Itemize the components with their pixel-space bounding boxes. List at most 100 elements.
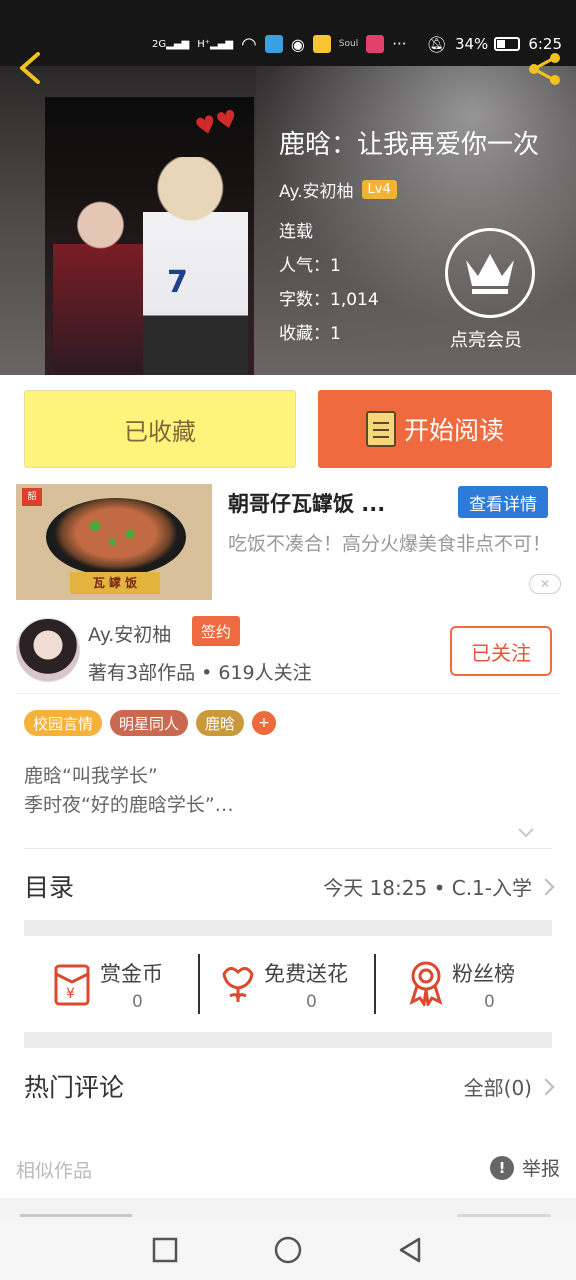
- more-tags-button[interactable]: +: [252, 711, 277, 735]
- medal-icon: [409, 961, 443, 1006]
- all-comments-label: 全部(0): [463, 1076, 532, 1100]
- reward-fan-ranking-label: 粉丝榜: [452, 962, 515, 986]
- recent-apps-icon[interactable]: [151, 1236, 179, 1264]
- vip-crown-button[interactable]: [445, 228, 535, 318]
- book-stats: 连载 人气：1 字数：1,014 收藏：1: [279, 218, 379, 354]
- signal-2g-icon: 2G▂▄▆: [152, 38, 190, 50]
- book-title: 鹿晗：让我再爱你一次: [279, 130, 540, 160]
- back-nav-icon[interactable]: [396, 1236, 424, 1264]
- reward-coins[interactable]: ¥ 赏金币 0: [52, 944, 202, 1024]
- reward-flowers-label: 免费送花: [264, 962, 348, 986]
- synopsis-line-1: 鹿晗“叫我学长”: [24, 765, 158, 787]
- flower-icon: [222, 967, 254, 1002]
- mute-bell-icon: 🔕︎: [426, 34, 447, 54]
- ad-plate-text: 瓦 罉 饭: [70, 572, 160, 594]
- author-card-meta: 著有3部作品 • 619人关注: [88, 662, 312, 684]
- system-nav-bar: [0, 1218, 576, 1280]
- author-card[interactable]: Ay.安初柚 签约 著有3部作品 • 619人关注 已关注: [16, 616, 560, 694]
- ad-title[interactable]: 朝哥仔瓦罉饭 ...: [228, 488, 385, 518]
- collected-button[interactable]: 已收藏: [24, 390, 296, 468]
- weibo-icon: ◉: [290, 34, 305, 54]
- divider: [24, 848, 552, 849]
- chevron-right-icon: [537, 878, 555, 895]
- cover-figure-left: [53, 187, 148, 375]
- all-comments-link[interactable]: 全部(0): [463, 1072, 555, 1101]
- start-reading-button[interactable]: 开始阅读: [318, 390, 552, 468]
- report-button[interactable]: ! 举报: [489, 1154, 560, 1181]
- ad-detail-button[interactable]: 查看详情: [458, 486, 548, 518]
- support-section: ¥ 赏金币 0 免费送花 0 粉丝榜 0: [24, 944, 552, 1024]
- separator: [198, 954, 200, 1014]
- synopsis-line-2: 季时夜“好的鹿晗学长”…: [24, 794, 234, 816]
- vip-label[interactable]: 点亮会员: [450, 326, 522, 352]
- similar-works-title: 相似作品: [16, 1160, 93, 1182]
- share-icon[interactable]: [524, 52, 564, 86]
- reward-flowers-value: 0: [306, 992, 317, 1012]
- reward-coins-value: 0: [132, 992, 143, 1012]
- report-label: 举报: [521, 1158, 560, 1180]
- latest-chapter[interactable]: 今天 18:25 • C.1-入学: [323, 872, 555, 901]
- expand-chevron-icon[interactable]: [516, 822, 536, 842]
- separator: [374, 954, 376, 1014]
- ad-image[interactable]: 韶 瓦 罉 饭: [16, 484, 212, 600]
- network-label-h: H⁺: [197, 38, 211, 50]
- signed-badge: 签约: [192, 616, 240, 646]
- clock: 6:25: [528, 35, 562, 53]
- gallery-app-icon: [366, 35, 385, 53]
- hearts-decoration: ♥♥: [192, 103, 241, 143]
- table-of-contents-row[interactable]: 目录 今天 18:25 • C.1-入学: [24, 860, 555, 912]
- tag-luhan[interactable]: 鹿晗: [196, 710, 245, 736]
- reward-fan-ranking-value: 0: [484, 992, 495, 1012]
- book-author-name[interactable]: Ay.安初柚: [279, 177, 354, 202]
- section-gap: [24, 1032, 552, 1048]
- star-app-icon: [312, 35, 331, 53]
- hot-comments-row[interactable]: 热门评论 全部(0): [24, 1060, 555, 1112]
- cover-jersey-number: 7: [167, 265, 188, 300]
- similar-works-list-peek: [0, 1198, 576, 1218]
- status-icons: 2G▂▄▆ H⁺▂▄▆ ◠ ◉ Soul ··· 🔕︎ 34% 6:25: [152, 32, 562, 56]
- more-notifications-icon: ···: [392, 35, 407, 53]
- book-author-row[interactable]: Ay.安初柚 Lv4: [279, 177, 397, 202]
- home-icon[interactable]: [274, 1236, 302, 1264]
- hot-comments-title: 热门评论: [24, 1073, 125, 1102]
- ad-close-icon[interactable]: ✕: [529, 574, 561, 594]
- latest-chapter-text: 今天 18:25 • C.1-入学: [323, 876, 532, 900]
- tag-list: 校园言情 明星同人 鹿晗 +: [24, 710, 277, 736]
- battery-percent: 34%: [454, 35, 489, 53]
- reward-coins-label: 赏金币: [100, 962, 163, 986]
- signal-h-icon: H⁺▂▄▆: [197, 38, 234, 50]
- author-level-badge: Lv4: [361, 180, 397, 199]
- soul-app-icon: Soul: [338, 39, 359, 49]
- follow-button[interactable]: 已关注: [450, 626, 552, 676]
- network-label-2g: 2G: [152, 38, 167, 50]
- book-icon: [365, 411, 396, 447]
- start-reading-label: 开始阅读: [403, 416, 504, 445]
- herbs-decoration: [81, 514, 151, 554]
- action-buttons: 已收藏 开始阅读: [24, 390, 552, 468]
- ad-banner[interactable]: 韶 瓦 罉 饭 朝哥仔瓦罉饭 ... 查看详情 吃饭不凑合！高分火爆美食非点不可…: [16, 484, 561, 604]
- section-gap: [24, 920, 552, 936]
- avatar[interactable]: [16, 618, 80, 682]
- chevron-right-icon: [537, 1078, 555, 1095]
- crown-icon: [466, 254, 514, 294]
- similar-works-row: 相似作品 ! 举报: [16, 1150, 560, 1190]
- battery-icon: [494, 37, 521, 51]
- synopsis[interactable]: 鹿晗“叫我学长” 季时夜“好的鹿晗学长”…: [24, 762, 234, 820]
- book-cover-image[interactable]: ♥♥ 7: [45, 97, 254, 375]
- reward-fan-ranking[interactable]: 粉丝榜 0: [406, 944, 546, 1024]
- book-popularity: 人气：1: [279, 256, 341, 276]
- book-favorites: 收藏：1: [279, 324, 341, 344]
- author-card-name[interactable]: Ay.安初柚: [88, 620, 171, 647]
- tag-celebrity-fanfic[interactable]: 明星同人: [110, 710, 189, 736]
- back-arrow-icon[interactable]: [16, 50, 46, 84]
- reward-flowers[interactable]: 免费送花 0: [220, 944, 380, 1024]
- book-word-count: 字数：1,014: [279, 290, 379, 310]
- ad-description: 吃饭不凑合！高分火爆美食非点不可！: [228, 533, 552, 555]
- wifi-icon: ◠: [241, 33, 257, 55]
- svg-text:¥: ¥: [66, 986, 75, 1002]
- tag-campus-romance[interactable]: 校园言情: [24, 710, 103, 736]
- alert-icon: !: [489, 1155, 514, 1180]
- ad-logo: 韶: [22, 488, 42, 506]
- app-notification-icon: [264, 35, 283, 53]
- red-envelope-icon: ¥: [54, 964, 90, 1006]
